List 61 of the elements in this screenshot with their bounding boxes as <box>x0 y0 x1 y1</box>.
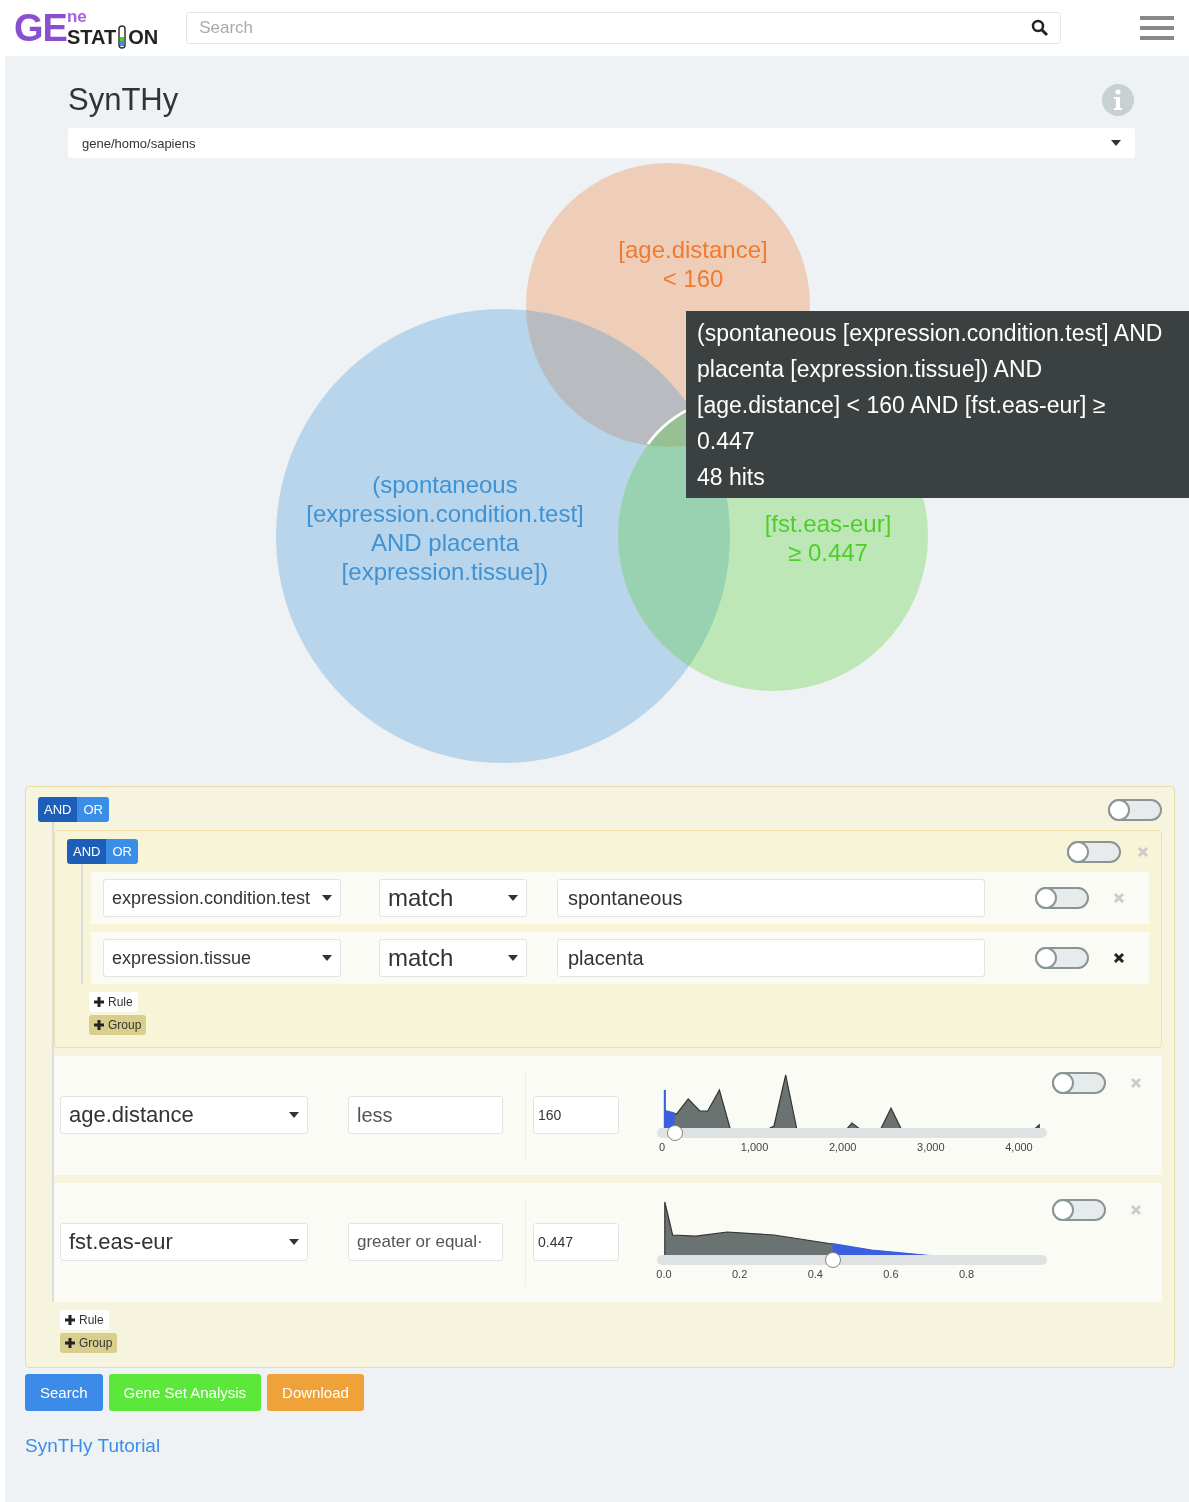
add-rule-button[interactable]: Rule <box>89 992 138 1012</box>
info-icon[interactable] <box>1101 83 1135 117</box>
value-field[interactable]: 0.447 <box>533 1223 619 1261</box>
slider-thumb[interactable] <box>666 1125 683 1141</box>
plus-icon <box>94 997 104 1007</box>
add-group-button[interactable]: Group <box>60 1333 118 1353</box>
operator-select[interactable]: greater or equal· <box>348 1223 503 1261</box>
value-field[interactable]: placenta <box>557 939 985 977</box>
operator-select[interactable]: match <box>379 879 527 917</box>
tick-label: 4,000 <box>1005 1141 1033 1153</box>
caret-icon <box>508 955 518 961</box>
set-label: [fst.eas-eur] ≥ 0.447 <box>764 510 892 566</box>
search-field[interactable]: Search <box>186 12 1061 44</box>
tooltip-text: (spontaneous [expression.condition.test] AND placenta [expression.tissue]) AND [age.distance] < 160 AND [fst.eas-eur] ≥ 0.447 <box>697 319 1164 456</box>
plus-icon <box>65 1338 75 1348</box>
range-slider[interactable] <box>657 1128 1047 1138</box>
caret-icon <box>1111 140 1121 146</box>
operator-select[interactable]: less <box>348 1096 503 1134</box>
toggle-switch[interactable] <box>1035 887 1089 909</box>
value-field[interactable]: 160 <box>533 1096 619 1134</box>
add-group-button[interactable]: Group <box>89 1015 147 1035</box>
range-slider[interactable] <box>657 1255 1047 1265</box>
toggle-switch[interactable] <box>1052 1199 1106 1221</box>
toggle-switch[interactable] <box>1035 947 1089 969</box>
caret-icon <box>322 895 332 901</box>
add-rule-button[interactable]: Rule <box>60 1310 109 1330</box>
toggle-switch[interactable] <box>1067 840 1121 863</box>
menu-icon[interactable] <box>1139 14 1175 42</box>
caret-icon <box>508 895 518 901</box>
slider-thumb[interactable] <box>824 1252 841 1268</box>
plus-icon <box>94 1020 104 1030</box>
caret-icon <box>289 1239 299 1245</box>
field-select[interactable]: expression.condition.test <box>103 879 341 917</box>
field-select[interactable]: expression.tissue <box>103 939 341 977</box>
tick-label: 0.8 <box>958 1268 975 1280</box>
tick-label: 0.2 <box>731 1268 748 1280</box>
delete-icon[interactable] <box>1113 952 1125 964</box>
conjunction-toggle[interactable]: AND <box>67 839 107 864</box>
field-select[interactable]: age.distance <box>60 1096 308 1134</box>
tick-label: 1,000 <box>740 1141 769 1153</box>
page-title: SynTHy <box>68 82 179 118</box>
search-icon[interactable] <box>1031 19 1049 37</box>
plus-icon <box>65 1315 75 1325</box>
caret-icon <box>289 1112 299 1118</box>
dataset-select[interactable]: gene/homo/sapiens <box>68 128 1135 158</box>
conjunction-toggle[interactable]: AND <box>38 797 78 822</box>
tick-label: 0.6 <box>883 1268 899 1280</box>
value-field[interactable]: spontaneous <box>557 879 985 917</box>
field-select[interactable]: fst.eas-eur <box>60 1223 308 1261</box>
tick-label: 0.4 <box>807 1268 823 1280</box>
operator-select[interactable]: match <box>379 939 527 977</box>
caret-icon <box>322 955 332 961</box>
tick-label: 3,000 <box>917 1141 945 1153</box>
set-label: [age.distance] < 160 <box>618 236 768 292</box>
hit-count: 48 hits <box>697 463 766 492</box>
tick-label: 0 <box>659 1141 666 1153</box>
tick-label: 0.0 <box>656 1268 672 1280</box>
toggle-switch[interactable] <box>1108 798 1162 821</box>
toggle-switch[interactable] <box>1052 1072 1106 1094</box>
tick-label: 2,000 <box>828 1141 857 1153</box>
set-label: (spontaneous [expression.condition.test] AND placenta [expression.tissue]) <box>306 471 584 585</box>
